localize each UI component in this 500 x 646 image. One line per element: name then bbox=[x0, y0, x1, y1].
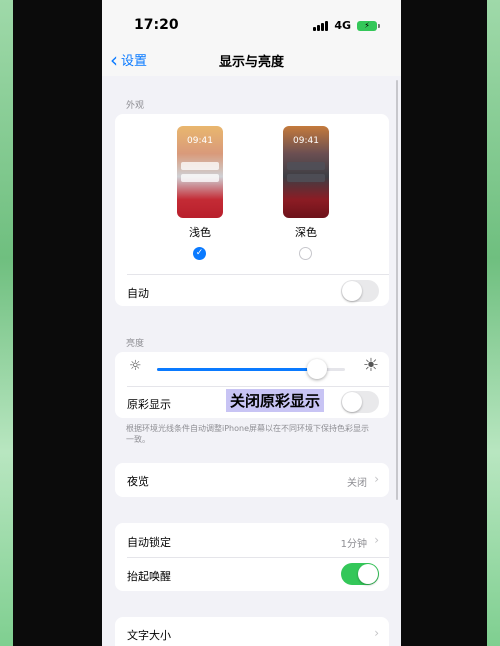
brightness-section-label: 亮度 bbox=[126, 339, 145, 349]
divider bbox=[127, 386, 389, 387]
text-size-card[interactable]: 文字大小 › bbox=[115, 617, 389, 646]
sun-small-icon: ☼ bbox=[129, 358, 142, 374]
divider bbox=[127, 274, 389, 275]
light-preview-clock: 09:41 bbox=[187, 136, 213, 146]
right-decor-frame bbox=[487, 0, 500, 646]
dark-mode-label: 深色 bbox=[295, 226, 317, 239]
caption-overlay: 关闭原彩显示 bbox=[226, 389, 325, 412]
light-mode-label: 浅色 bbox=[189, 226, 211, 239]
appearance-card: 09:41 09:41 浅色 深色 ✓ 自动 bbox=[115, 114, 389, 306]
dark-mode-radio[interactable] bbox=[299, 247, 312, 260]
brightness-slider-fill bbox=[157, 368, 317, 371]
auto-appearance-label: 自动 bbox=[127, 287, 149, 300]
phone-screen: 17:20 4G ⚡ ‹ 设置 显示与亮度 外观 09:41 09:41 浅色 … bbox=[102, 0, 401, 646]
text-size-label: 文字大小 bbox=[127, 629, 171, 642]
divider bbox=[127, 557, 389, 558]
light-mode-checkmark-icon[interactable]: ✓ bbox=[193, 247, 206, 260]
raise-to-wake-toggle[interactable] bbox=[341, 563, 379, 585]
chevron-right-icon: › bbox=[374, 626, 379, 640]
brightness-slider-knob[interactable] bbox=[306, 359, 327, 379]
night-shift-label: 夜览 bbox=[127, 475, 149, 488]
night-shift-value: 关闭 bbox=[347, 478, 367, 489]
status-time: 17:20 bbox=[134, 17, 179, 33]
chevron-right-icon: › bbox=[374, 472, 379, 486]
network-type: 4G bbox=[334, 19, 351, 32]
page-title: 显示与亮度 bbox=[218, 55, 284, 70]
sun-large-icon: ☀ bbox=[362, 355, 379, 376]
navigation-bar: ‹ 设置 显示与亮度 bbox=[102, 44, 401, 76]
cellular-signal-icon bbox=[313, 20, 329, 31]
dark-preview-widget bbox=[287, 174, 325, 182]
chevron-right-icon: › bbox=[374, 533, 379, 547]
battery-charging-icon: ⚡ bbox=[357, 20, 380, 31]
left-decor-frame bbox=[0, 0, 13, 646]
light-preview-widget bbox=[181, 162, 219, 170]
dark-preview-clock: 09:41 bbox=[293, 136, 319, 146]
auto-appearance-toggle[interactable] bbox=[341, 280, 379, 302]
dark-mode-preview[interactable]: 09:41 bbox=[283, 126, 329, 218]
auto-lock-value: 1分钟 bbox=[340, 539, 367, 550]
scrollbar[interactable] bbox=[396, 80, 398, 500]
brightness-slider[interactable] bbox=[157, 359, 345, 379]
status-bar: 17:20 4G ⚡ bbox=[102, 0, 401, 44]
light-mode-preview[interactable]: 09:41 bbox=[177, 126, 223, 218]
true-tone-toggle[interactable] bbox=[341, 391, 379, 413]
light-preview-widget bbox=[181, 174, 219, 182]
true-tone-description: 根据环境光线条件自动调整iPhone屏幕以在不同环境下保持色彩显示一致。 bbox=[126, 424, 370, 444]
raise-to-wake-label: 抬起唤醒 bbox=[127, 570, 171, 583]
night-shift-card[interactable]: 夜览 关闭 › bbox=[115, 463, 389, 497]
appearance-section-label: 外观 bbox=[126, 101, 145, 111]
dark-preview-widget bbox=[287, 162, 325, 170]
auto-lock-label[interactable]: 自动锁定 bbox=[127, 534, 377, 550]
lock-card: 自动锁定 1分钟 › 抬起唤醒 bbox=[115, 523, 389, 591]
